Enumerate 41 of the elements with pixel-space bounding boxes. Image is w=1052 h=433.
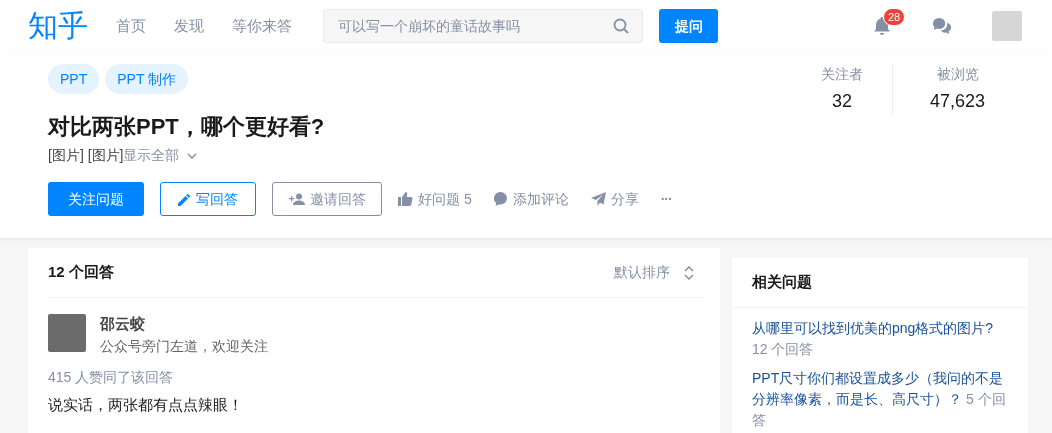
question-title: 对比两张PPT，哪个更好看? bbox=[48, 113, 326, 141]
action-button[interactable]: 好问题 5 bbox=[398, 182, 472, 216]
nav-link[interactable]: 首页 bbox=[116, 14, 146, 38]
stat-value: 47,623 bbox=[929, 90, 986, 113]
search-field[interactable]: 可以写一个崩坏的童话故事吗 bbox=[323, 9, 643, 43]
more-button[interactable]: ··· bbox=[660, 182, 672, 216]
zhihu-logo[interactable]: 知乎 bbox=[28, 11, 88, 41]
invite-button[interactable]: 邀请回答 bbox=[272, 182, 382, 216]
thumbs-up-icon bbox=[398, 192, 413, 206]
stat-value: 32 bbox=[832, 90, 852, 113]
sort-chevrons-icon bbox=[684, 265, 694, 280]
author-bio: 公众号旁门左道，欢迎关注 bbox=[100, 337, 268, 356]
topic-tag[interactable]: PPT bbox=[48, 64, 100, 94]
action-button[interactable]: 分享 bbox=[590, 182, 639, 216]
pencil-icon bbox=[178, 192, 191, 206]
search-icon[interactable] bbox=[613, 18, 629, 34]
related-question-link[interactable]: 从哪里可以找到优美的png格式的图片? 12 个回答 bbox=[752, 318, 1008, 360]
action-button[interactable]: 添加评论 bbox=[493, 182, 569, 216]
add-person-icon bbox=[288, 193, 305, 205]
chevron-down-icon bbox=[187, 152, 198, 159]
sort-button[interactable]: 默认排序 bbox=[614, 262, 694, 283]
ask-button[interactable]: 提问 bbox=[659, 9, 718, 43]
speech-bubble-icon bbox=[493, 192, 508, 206]
stat-label: 被浏览 bbox=[936, 65, 979, 84]
write-answer-button[interactable]: 写回答 bbox=[160, 182, 256, 216]
question-excerpt: [图片] [图片] bbox=[48, 146, 124, 165]
related-question-link[interactable]: PPT尺寸你们都设置成多少（我问的不是分辨率像素，而是长、高尺寸）？ 5 个回答 bbox=[752, 368, 1008, 431]
answer-count: 12 个回答 bbox=[48, 262, 114, 283]
vote-count: 415 人赞同了该回答 bbox=[48, 368, 175, 387]
notification-badge: 28 bbox=[883, 8, 906, 26]
chat-icon[interactable] bbox=[932, 17, 952, 35]
show-all-button[interactable]: 显示全部 bbox=[123, 145, 198, 166]
related-title: 相关问题 bbox=[752, 272, 812, 293]
nav-link[interactable]: 发现 bbox=[174, 14, 204, 38]
follow-button[interactable]: 关注问题 bbox=[48, 182, 144, 216]
topic-tag[interactable]: PPT 制作 bbox=[105, 64, 189, 94]
answer-text: 说实话，两张都有点点辣眼！ bbox=[48, 395, 244, 415]
stat-label: 关注者 bbox=[821, 65, 863, 84]
author-name[interactable]: 邵云蛟 bbox=[100, 314, 268, 334]
paper-plane-icon bbox=[590, 192, 606, 206]
nav-link[interactable]: 等你来答 bbox=[232, 14, 292, 38]
